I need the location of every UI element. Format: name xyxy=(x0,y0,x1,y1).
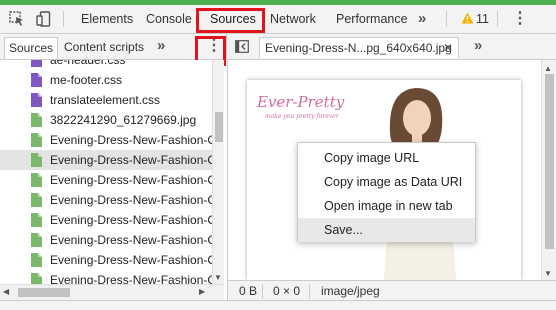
image-file-icon xyxy=(31,173,42,187)
context-menu: Copy image URL Copy image as Data URI Open… xyxy=(297,142,476,242)
menu-item-save-image[interactable]: Save... xyxy=(298,218,475,242)
toggle-navigator-icon[interactable] xyxy=(235,40,249,53)
navigator-vertical-scrollbar[interactable]: ▼ xyxy=(212,60,224,284)
close-tab-icon[interactable]: ✕ xyxy=(443,38,453,58)
brand-tagline: make you pretty forever xyxy=(265,113,339,120)
scrollbar-thumb[interactable] xyxy=(545,74,554,249)
menu-item-open-image-new-tab[interactable]: Open image in new tab xyxy=(298,194,475,218)
file-list-item[interactable]: Evening-Dress-New-Fashion-C xyxy=(0,130,212,150)
file-name: Evening-Dress-New-Fashion-C xyxy=(50,173,212,187)
file-name: 3822241290_61279669.jpg xyxy=(50,113,197,127)
file-list-item[interactable]: Evening-Dress-New-Fashion-C xyxy=(0,190,212,210)
tab-console[interactable]: Console xyxy=(146,5,192,33)
image-file-icon xyxy=(31,273,42,284)
scrollbar-thumb[interactable] xyxy=(215,112,223,142)
toolbar-divider xyxy=(497,11,498,27)
file-list-item[interactable]: Evening-Dress-New-Fashion-C xyxy=(0,250,212,270)
file-list-item[interactable]: 3822241290_61279669.jpg xyxy=(0,110,212,130)
status-divider xyxy=(309,284,310,299)
more-menu-icon[interactable]: ⋮ xyxy=(512,5,528,33)
image-mime-type: image/jpeg xyxy=(321,284,380,298)
file-name: Evening-Dress-New-Fashion-C xyxy=(50,233,212,247)
menu-item-copy-image-data-uri[interactable]: Copy image as Data URI xyxy=(298,170,475,194)
image-file-icon xyxy=(31,193,42,207)
warning-icon[interactable] xyxy=(461,12,474,24)
more-tabs-button[interactable]: » xyxy=(418,5,426,33)
devtools-toolbar: Elements Console Sources Network Perform… xyxy=(0,5,556,34)
file-list-item[interactable]: translateelement.css xyxy=(0,90,212,110)
image-status-bar: 0 B 0 × 0 image/jpeg xyxy=(228,280,556,302)
warning-count[interactable]: 11 xyxy=(476,5,489,33)
navigator-more-button[interactable]: » xyxy=(157,36,165,56)
preview-vertical-scrollbar[interactable]: ▲ ▼ xyxy=(541,60,556,280)
tab-elements[interactable]: Elements xyxy=(81,5,133,33)
file-name: Evening-Dress-New-Fashion-C xyxy=(50,153,212,167)
brand-logo: Ever-Pretty xyxy=(257,93,345,111)
css-file-icon xyxy=(31,93,42,107)
file-name: Evening-Dress-New-Fashion-C xyxy=(50,273,212,284)
tab-performance[interactable]: Performance xyxy=(336,5,408,33)
file-list-item[interactable]: Evening-Dress-New-Fashion-C xyxy=(0,230,212,250)
image-file-icon xyxy=(31,233,42,247)
scroll-left-icon[interactable]: ◀ xyxy=(3,287,9,296)
image-file-icon xyxy=(31,113,42,127)
navigator-tab-sources[interactable]: Sources xyxy=(4,37,59,59)
image-file-icon xyxy=(31,253,42,267)
file-list-item[interactable]: ae-header.css xyxy=(0,60,212,70)
editor-file-tab-label: Evening-Dress-N...pg_640x640.jpg xyxy=(265,41,452,55)
editor-file-tab[interactable]: Evening-Dress-N...pg_640x640.jpg ✕ xyxy=(259,37,459,58)
menu-item-copy-image-url[interactable]: Copy image URL xyxy=(298,146,475,170)
css-file-icon xyxy=(31,60,42,67)
toolbar-divider xyxy=(446,11,447,27)
file-name: Evening-Dress-New-Fashion-C xyxy=(50,213,212,227)
navigator-horizontal-scrollbar[interactable]: ◀ ▶ xyxy=(0,284,224,300)
file-list-item[interactable]: Evening-Dress-New-Fashion-C xyxy=(0,150,212,170)
scroll-down-icon[interactable]: ▼ xyxy=(544,269,552,278)
tab-network[interactable]: Network xyxy=(270,5,316,33)
sources-tab-highlight xyxy=(196,8,265,33)
editor-more-tabs-button[interactable]: » xyxy=(474,36,482,56)
image-file-icon xyxy=(31,153,42,167)
file-list-item[interactable]: Evening-Dress-New-Fashion-C xyxy=(0,210,212,230)
file-name: Evening-Dress-New-Fashion-C xyxy=(50,193,212,207)
image-file-icon xyxy=(31,133,42,147)
file-list-item[interactable]: Evening-Dress-New-Fashion-C xyxy=(0,270,212,284)
file-name: translateelement.css xyxy=(50,93,161,107)
image-size: 0 B xyxy=(239,284,258,298)
css-file-icon xyxy=(31,73,42,87)
status-divider xyxy=(262,284,263,299)
file-name: Evening-Dress-New-Fashion-C xyxy=(50,253,212,267)
panel-divider xyxy=(227,60,228,300)
drawer-toolbar xyxy=(0,300,556,310)
toolbar-divider xyxy=(63,11,64,27)
image-file-icon xyxy=(31,213,42,227)
sources-toolbar: Sources Content scripts » ⋮ Evening-Dres… xyxy=(0,34,556,60)
file-name: me-footer.css xyxy=(50,73,123,87)
file-list-item[interactable]: Evening-Dress-New-Fashion-C xyxy=(0,170,212,190)
scroll-down-icon[interactable]: ▼ xyxy=(214,273,222,282)
scrollbar-thumb[interactable] xyxy=(18,288,70,297)
file-navigator: ae-header.css me-footer.css translateeleme… xyxy=(0,60,212,284)
navigator-tab-content-scripts[interactable]: Content scripts xyxy=(64,37,144,57)
device-toolbar-icon[interactable] xyxy=(36,11,52,27)
file-list-item[interactable]: me-footer.css xyxy=(0,70,212,90)
inspect-icon[interactable] xyxy=(9,11,25,27)
file-name: Evening-Dress-New-Fashion-C xyxy=(50,133,212,147)
scroll-right-icon[interactable]: ▶ xyxy=(199,287,205,296)
panel-divider xyxy=(226,34,227,60)
file-name: ae-header.css xyxy=(50,60,126,67)
image-dimensions: 0 × 0 xyxy=(273,284,301,298)
scroll-up-icon[interactable]: ▲ xyxy=(544,64,552,73)
